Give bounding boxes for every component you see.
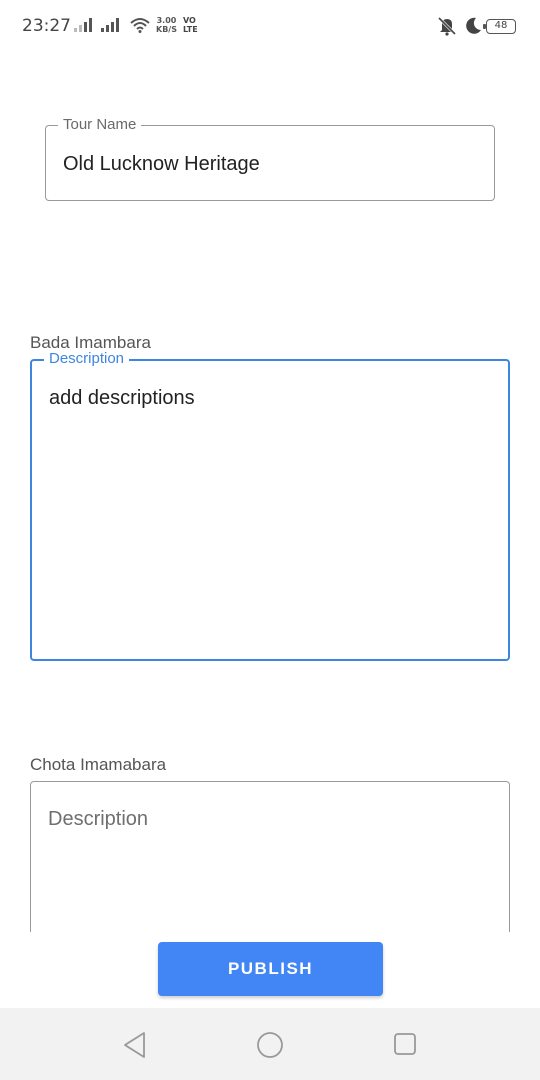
chota-imamabara-field-clip: Description: [30, 781, 510, 932]
description-value: add descriptions: [49, 387, 195, 409]
battery-icon: 48: [483, 19, 516, 34]
home-icon[interactable]: [256, 1031, 284, 1059]
description-label: Description: [44, 350, 130, 368]
chota-imamabara-description-field[interactable]: Description: [30, 781, 510, 932]
bada-imambara-description-field[interactable]: Description add descriptions: [30, 350, 510, 661]
publish-button[interactable]: PUBLISH: [158, 942, 383, 996]
signal-icon: [101, 18, 119, 32]
tour-name-value: Old Lucknow Heritage: [63, 153, 260, 175]
wifi-icon: [130, 18, 150, 33]
tour-name-label: Tour Name: [58, 116, 142, 134]
navigation-bar: [0, 1008, 540, 1080]
recents-icon[interactable]: [393, 1032, 417, 1056]
mute-icon: [437, 16, 457, 36]
status-bar: 23:27 3.00 KB/S VO LTE 48: [0, 0, 540, 56]
back-icon[interactable]: [122, 1031, 148, 1059]
signal-icon: [74, 18, 92, 32]
moon-icon: [466, 17, 481, 34]
place-name-chota-imamabara: Chota Imamabara: [30, 755, 167, 774]
net-speed: 3.00 KB/S: [156, 16, 177, 34]
volte-indicator: VO LTE: [183, 16, 198, 34]
description-placeholder: Description: [48, 808, 149, 830]
tour-name-field[interactable]: Tour Name Old Lucknow Heritage: [45, 116, 495, 201]
status-time: 23:27: [22, 16, 71, 36]
